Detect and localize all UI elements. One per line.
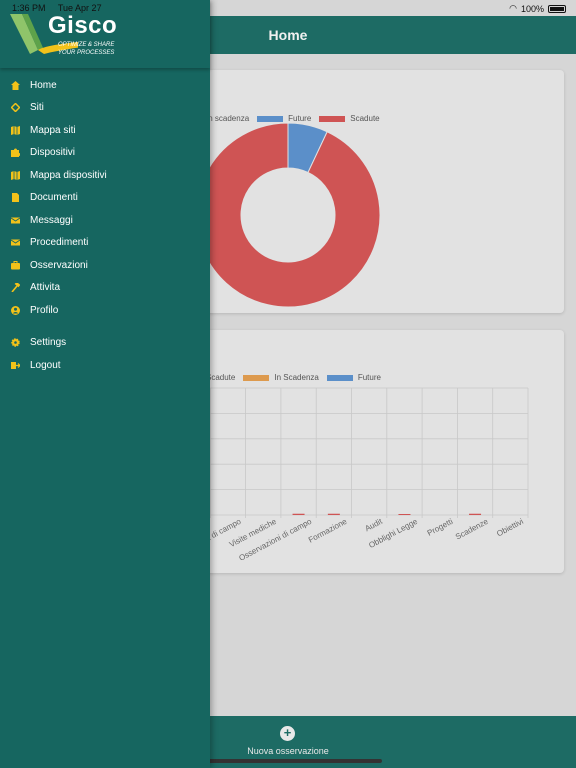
brand-tagline-line2: YOUR PROCESSES <box>58 50 115 56</box>
bar-chart: gia di campoVisite medicheOsservazioni d… <box>200 387 529 563</box>
brand-name: Gisco <box>48 12 118 39</box>
x-tick-label: Progetti <box>426 517 455 538</box>
x-tick-label: Formazione <box>307 517 349 545</box>
new-observation-button[interactable]: Nuova osservazione <box>200 746 376 756</box>
battery-percent: 100% <box>520 3 544 14</box>
menu-item-label: Documenti <box>30 192 78 204</box>
menu-item-label: Osservazioni <box>30 259 88 271</box>
home-icon <box>10 80 20 90</box>
menu-item-label: Mappa siti <box>30 124 76 136</box>
menu-item-label: Settings <box>30 337 67 349</box>
x-tick-label: Scadenze <box>454 517 490 542</box>
menu-item-label: Dispositivi <box>30 147 76 159</box>
envelope-icon <box>10 215 20 225</box>
status-right: ◠ 100% <box>509 3 566 14</box>
gear-icon <box>10 338 20 348</box>
envelope-icon <box>10 238 20 248</box>
menu-item-mappa-siti[interactable]: Mappa siti <box>0 119 210 142</box>
side-drawer: 1:36 PM Tue Apr 27 Gisco OPTIMIZE & SHAR… <box>0 0 210 768</box>
menu-item-messaggi[interactable]: Messaggi <box>0 209 210 232</box>
menu-item-siti[interactable]: Siti <box>0 97 210 120</box>
menu-item-mappa-dispositivi[interactable]: Mappa dispositivi <box>0 164 210 187</box>
menu-item-documenti[interactable]: Documenti <box>0 187 210 210</box>
bar-scadute <box>469 513 482 515</box>
menu-item-osservazioni[interactable]: Osservazioni <box>0 254 210 277</box>
brand-tagline: OPTIMIZE & SHARE YOUR PROCESSES <box>58 41 128 57</box>
drawer-menu: Home Siti Mappa siti Dispositivi Mappa d… <box>0 74 210 377</box>
home-indicator <box>194 759 382 763</box>
menu-item-label: Home <box>30 79 57 91</box>
menu-item-attivita[interactable]: Attivita <box>0 277 210 300</box>
wifi-icon: ◠ <box>509 3 517 13</box>
x-tick-label: Audit <box>363 516 384 533</box>
briefcase-icon <box>10 260 20 270</box>
menu-item-home[interactable]: Home <box>0 74 210 97</box>
person-icon <box>10 305 20 315</box>
menu-item-label: Procedimenti <box>30 237 89 249</box>
menu-item-label: Mappa dispositivi <box>30 169 107 181</box>
menu-item-label: Profilo <box>30 304 59 316</box>
add-observation-icon[interactable]: + <box>280 726 295 741</box>
bar-scadute <box>292 513 305 515</box>
brand-tagline-line1: OPTIMIZE & SHARE <box>58 42 115 48</box>
puzzle-icon <box>10 148 20 158</box>
menu-item-label: Siti <box>30 102 44 114</box>
document-icon <box>10 193 20 203</box>
chart-card-donut: In scadenza Future Scadute <box>200 70 564 313</box>
donut-chart <box>200 122 381 308</box>
chart-card-bar: Scadute In Scadenza Future gia di campoV… <box>200 330 564 573</box>
menu-item-logout[interactable]: Logout <box>0 354 210 377</box>
map-icon <box>10 170 20 180</box>
menu-item-profilo[interactable]: Profilo <box>0 299 210 322</box>
drawer-header: 1:36 PM Tue Apr 27 Gisco OPTIMIZE & SHAR… <box>0 0 210 68</box>
menu-item-dispositivi[interactable]: Dispositivi <box>0 142 210 165</box>
diamond-icon <box>10 103 20 113</box>
menu-item-label: Logout <box>30 359 61 371</box>
menu-item-procedimenti[interactable]: Procedimenti <box>0 232 210 255</box>
menu-item-label: Messaggi <box>30 214 73 226</box>
bar-scadute <box>398 514 411 515</box>
logout-icon <box>10 360 20 370</box>
hammer-icon <box>10 283 20 293</box>
x-tick-label: Obiettivi <box>495 517 525 539</box>
map-icon <box>10 125 20 135</box>
battery-icon <box>548 4 566 13</box>
bar-scadute <box>327 513 340 515</box>
menu-item-label: Attivita <box>30 282 61 294</box>
menu-item-settings[interactable]: Settings <box>0 332 210 355</box>
menu-divider <box>0 322 210 332</box>
